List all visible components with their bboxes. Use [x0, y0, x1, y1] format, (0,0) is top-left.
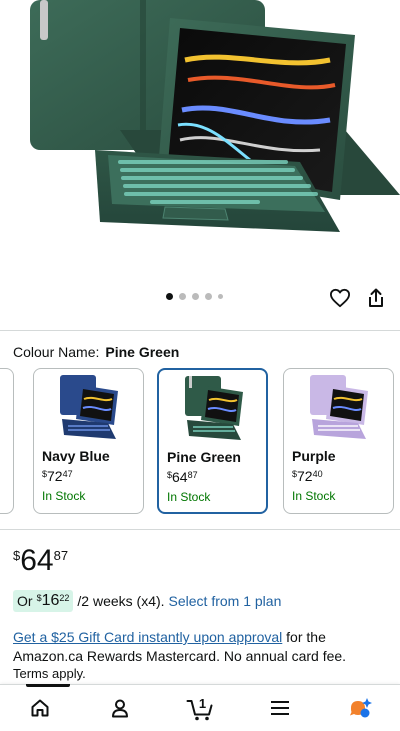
colour-name-label: Colour Name: [13, 344, 100, 360]
price-cents: 87 [53, 548, 69, 563]
ai-assistant-icon [350, 697, 372, 717]
swatch-thumbnail [60, 375, 118, 439]
home-icon [31, 699, 49, 716]
swatch-pine-green[interactable]: Pine Green $ 64 87 In Stock [157, 368, 268, 514]
share-icon [369, 288, 383, 307]
nav-cart[interactable]: 1 [170, 685, 230, 730]
section-divider [0, 529, 400, 530]
swatch-price-whole: 64 [172, 469, 188, 485]
nav-menu[interactable] [250, 685, 310, 730]
swatch-price-cents: 40 [312, 469, 323, 479]
bottom-nav-bar: 1 [0, 684, 400, 731]
nav-active-indicator [26, 684, 70, 687]
gift-card-link[interactable]: Get a $25 Gift Card instantly upon appro… [13, 629, 282, 645]
nav-account[interactable] [90, 685, 150, 730]
plan-cents: 22 [59, 593, 70, 603]
swatch-thumbnail [310, 375, 368, 439]
swatch-navy-blue[interactable]: Navy Blue $ 72 47 In Stock [33, 368, 144, 514]
swatch-previous-partial[interactable] [0, 368, 14, 514]
share-button[interactable] [364, 285, 388, 311]
swatch-price-cents: 47 [62, 469, 73, 479]
plan-whole: 16 [41, 592, 60, 609]
nav-home[interactable] [10, 684, 70, 730]
swatch-name: Navy Blue [42, 448, 110, 464]
product-price: $ 64 87 [13, 545, 68, 577]
price-whole: 64 [20, 544, 54, 577]
swatch-name: Purple [292, 448, 336, 464]
add-to-list-button[interactable] [326, 285, 354, 311]
menu-icon [271, 700, 289, 715]
swatch-purple[interactable]: Purple $ 72 40 In Stock [283, 368, 394, 514]
heart-icon [329, 288, 350, 308]
swatch-price: $ 72 47 [42, 468, 73, 484]
carousel-dot[interactable] [166, 293, 173, 300]
swatch-price: $ 72 40 [292, 468, 323, 484]
cart-count: 1 [199, 696, 206, 711]
section-divider [0, 330, 400, 331]
price-currency: $ [13, 548, 21, 563]
gift-card-promo: Get a $25 Gift Card instantly upon appro… [13, 628, 393, 666]
swatch-stock-status: In Stock [167, 490, 211, 504]
carousel-dot[interactable] [179, 293, 186, 300]
swatch-stock-status: In Stock [292, 489, 336, 503]
swatch-thumbnail [185, 376, 243, 440]
plan-period: /2 weeks (x4). [77, 593, 165, 609]
swatch-name: Pine Green [167, 449, 241, 465]
product-image[interactable] [0, 0, 400, 285]
swatch-price-cents: 87 [187, 470, 198, 480]
carousel-dot[interactable] [192, 293, 199, 300]
user-icon [112, 699, 128, 717]
terms-text: Terms apply. [13, 666, 86, 681]
swatch-price-whole: 72 [297, 468, 313, 484]
swatch-stock-status: In Stock [42, 489, 86, 503]
carousel-dot[interactable] [205, 293, 212, 300]
carousel-dot[interactable] [218, 294, 223, 299]
select-plan-link[interactable]: Select from 1 plan [169, 593, 282, 609]
plan-or-label: Or [17, 593, 33, 609]
swatch-price-whole: 72 [47, 468, 63, 484]
colour-name-row: Colour Name: Pine Green [13, 344, 179, 360]
cart-icon: 1 [186, 696, 213, 720]
payment-plan-row: Or $ 16 22 /2 weeks (x4). Select from 1 … [13, 590, 281, 612]
colour-name-value: Pine Green [105, 344, 180, 360]
nav-rufus[interactable] [330, 685, 390, 730]
carousel-dots[interactable] [166, 293, 223, 300]
swatch-price: $ 64 87 [167, 469, 198, 485]
plan-price-pill: Or $ 16 22 [13, 590, 74, 612]
